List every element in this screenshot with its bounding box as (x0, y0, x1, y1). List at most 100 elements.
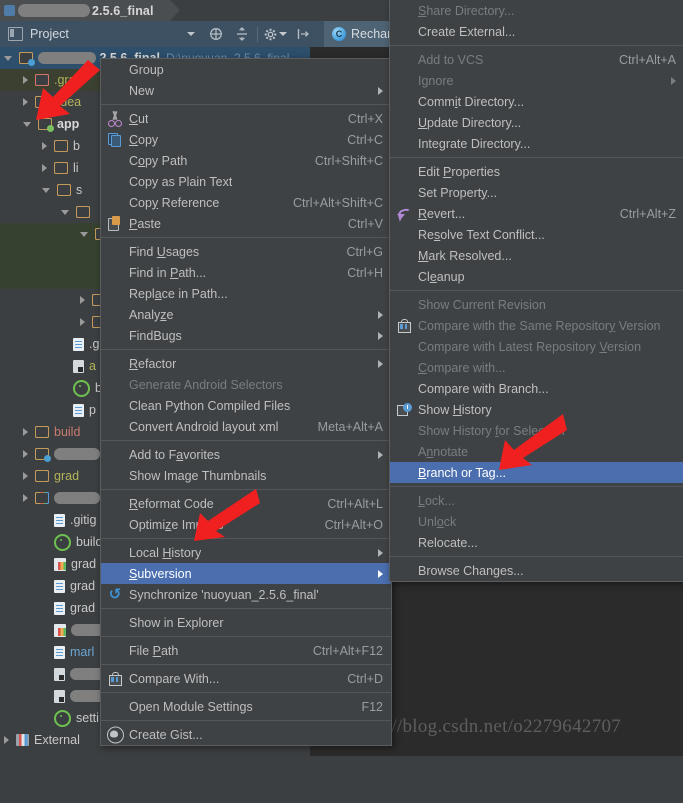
menu-item-mark-resolved[interactable]: Mark Resolved... (390, 245, 683, 266)
menu-item-revert[interactable]: Revert... Ctrl+Alt+Z (390, 203, 683, 224)
menu-item-synchronize-nuoyuan-2-5-6-final[interactable]: ↺ Synchronize 'nuoyuan_2.5.6_final' (101, 584, 391, 605)
menu-item-clean-python-compiled-files[interactable]: Clean Python Compiled Files (101, 395, 391, 416)
menu-item-update-directory[interactable]: Update Directory... (390, 112, 683, 133)
menu-item-find-usages[interactable]: Find Usages Ctrl+G (101, 241, 391, 262)
menu-item-create-external[interactable]: Create External... (390, 21, 683, 42)
menu-item-refactor[interactable]: Refactor (101, 353, 391, 374)
collapse-all-icon[interactable] (203, 21, 229, 47)
menu-separator (390, 45, 683, 46)
module-folder-icon (38, 118, 54, 132)
expand-twisty-icon[interactable] (23, 494, 28, 502)
menu-item-edit-properties[interactable]: Edit Properties (390, 161, 683, 182)
menu-item-convert-android-layout-xml[interactable]: Convert Android layout xml Meta+Alt+A (101, 416, 391, 437)
menu-item-browse-changes[interactable]: Browse Changes... (390, 560, 683, 581)
expand-twisty-icon[interactable] (80, 318, 85, 326)
menu-item-subversion[interactable]: Subversion (101, 563, 391, 584)
menu-item-label: Update Directory... (418, 115, 522, 130)
menu-item-resolve-text-conflict[interactable]: Resolve Text Conflict... (390, 224, 683, 245)
menu-item-copy-as-plain-text[interactable]: Copy as Plain Text (101, 171, 391, 192)
menu-item-copy[interactable]: Copy Ctrl+C (101, 129, 391, 150)
menu-item-compare-with-the-same-repository-version: Compare with the Same Repository Version (390, 315, 683, 336)
menu-item-branch-or-tag[interactable]: Branch or Tag... (390, 462, 683, 483)
subversion-submenu[interactable]: Share Directory... Create External... Add … (389, 0, 683, 582)
expand-twisty-icon[interactable] (4, 736, 9, 744)
menu-item-compare-with[interactable]: Compare With... Ctrl+D (101, 668, 391, 689)
collapse-twisty-icon[interactable] (80, 231, 88, 237)
redacted-label (38, 52, 96, 64)
menu-item-copy-path[interactable]: Copy Path Ctrl+Shift+C (101, 150, 391, 171)
menu-separator (101, 692, 391, 693)
chevron-down-icon[interactable] (187, 32, 195, 36)
menu-item-cleanup[interactable]: Cleanup (390, 266, 683, 287)
menu-item-integrate-directory[interactable]: Integrate Directory... (390, 133, 683, 154)
menu-item-find-in-path[interactable]: Find in Path... Ctrl+H (101, 262, 391, 283)
settings-chevron-icon[interactable] (278, 32, 287, 36)
expand-twisty-icon[interactable] (23, 450, 28, 458)
menu-item-shortcut: Meta+Alt+A (317, 419, 383, 434)
menu-item-open-module-settings[interactable]: Open Module Settings F12 (101, 696, 391, 717)
collapse-twisty-icon[interactable] (42, 187, 50, 193)
menu-item-label: Copy Reference (129, 195, 220, 210)
expand-all-icon[interactable] (229, 21, 255, 47)
menu-item-label: Resolve Text Conflict... (418, 227, 545, 242)
menu-item-label: Add to Favorites (129, 447, 221, 462)
expand-twisty-icon[interactable] (23, 428, 28, 436)
submenu-arrow-icon (378, 310, 383, 319)
context-menu[interactable]: Group New Cut Ctrl+X Copy Ctrl+C Copy Path Ctrl… (100, 58, 392, 746)
expand-twisty-icon[interactable] (42, 142, 47, 150)
menu-item-show-history[interactable]: Show History (390, 399, 683, 420)
menu-item-findbugs[interactable]: FindBugs (101, 325, 391, 346)
folder-icon (57, 184, 71, 196)
revert-icon (396, 206, 412, 222)
tree-item-label: .idea (54, 95, 82, 109)
menu-item-new[interactable]: New (101, 80, 391, 101)
breadcrumb[interactable]: 2.5.6_final (0, 0, 180, 21)
menu-item-paste[interactable]: Paste Ctrl+V (101, 213, 391, 234)
menu-item-create-gist[interactable]: Create Gist... (101, 724, 391, 745)
menu-item-cut[interactable]: Cut Ctrl+X (101, 108, 391, 129)
menu-item-analyze[interactable]: Analyze (101, 304, 391, 325)
collapse-twisty-icon[interactable] (4, 55, 12, 61)
menu-item-label: Browse Changes... (418, 563, 524, 578)
menu-item-compare-with-branch[interactable]: Compare with Branch... (390, 378, 683, 399)
settings-icon[interactable] (260, 21, 290, 47)
menu-item-set-property[interactable]: Set Property... (390, 182, 683, 203)
menu-item-replace-in-path[interactable]: Replace in Path... (101, 283, 391, 304)
menu-separator (101, 608, 391, 609)
menu-item-show-image-thumbnails[interactable]: Show Image Thumbnails (101, 465, 391, 486)
menu-item-label: Edit Properties (418, 164, 500, 179)
folder-icon (35, 96, 49, 108)
properties-file-icon (54, 557, 66, 571)
menu-item-group[interactable]: Group (101, 59, 391, 80)
menu-item-copy-reference[interactable]: Copy Reference Ctrl+Alt+Shift+C (101, 192, 391, 213)
folder-icon (54, 140, 68, 152)
menu-item-label: Compare with the Same Repository Version (418, 318, 661, 333)
menu-item-file-path[interactable]: File Path Ctrl+Alt+F12 (101, 640, 391, 661)
breadcrumb-title: 2.5.6_final (92, 3, 154, 18)
menu-item-label: Compare with Branch... (418, 381, 549, 396)
tab-project[interactable]: Project (0, 27, 203, 41)
menu-item-label: Ignore (418, 73, 454, 88)
expand-twisty-icon[interactable] (80, 296, 85, 304)
collapse-twisty-icon[interactable] (23, 121, 31, 127)
expand-twisty-icon[interactable] (23, 76, 28, 84)
expand-twisty-icon[interactable] (42, 164, 47, 172)
file-icon (54, 645, 65, 659)
tree-item-label: marl (70, 645, 95, 659)
expand-twisty-icon[interactable] (23, 98, 28, 106)
menu-separator (101, 538, 391, 539)
class-icon: C (332, 27, 346, 41)
menu-item-optimize-imports[interactable]: Optimize Imports Ctrl+Alt+O (101, 514, 391, 535)
menu-item-relocate[interactable]: Relocate... (390, 532, 683, 553)
tab-recharge[interactable]: C Rechar (324, 21, 400, 47)
collapse-twisty-icon[interactable] (61, 209, 69, 215)
expand-twisty-icon[interactable] (23, 472, 28, 480)
hide-icon[interactable] (290, 21, 316, 47)
menu-item-commit-directory[interactable]: Commit Directory... (390, 91, 683, 112)
menu-item-add-to-favorites[interactable]: Add to Favorites (101, 444, 391, 465)
file-icon (73, 403, 84, 417)
menu-item-local-history[interactable]: Local History (101, 542, 391, 563)
menu-item-reformat-code[interactable]: Reformat Code Ctrl+Alt+L (101, 493, 391, 514)
menu-item-compare-with-latest-repository-version: Compare with Latest Repository Version (390, 336, 683, 357)
menu-item-show-in-explorer[interactable]: Show in Explorer (101, 612, 391, 633)
